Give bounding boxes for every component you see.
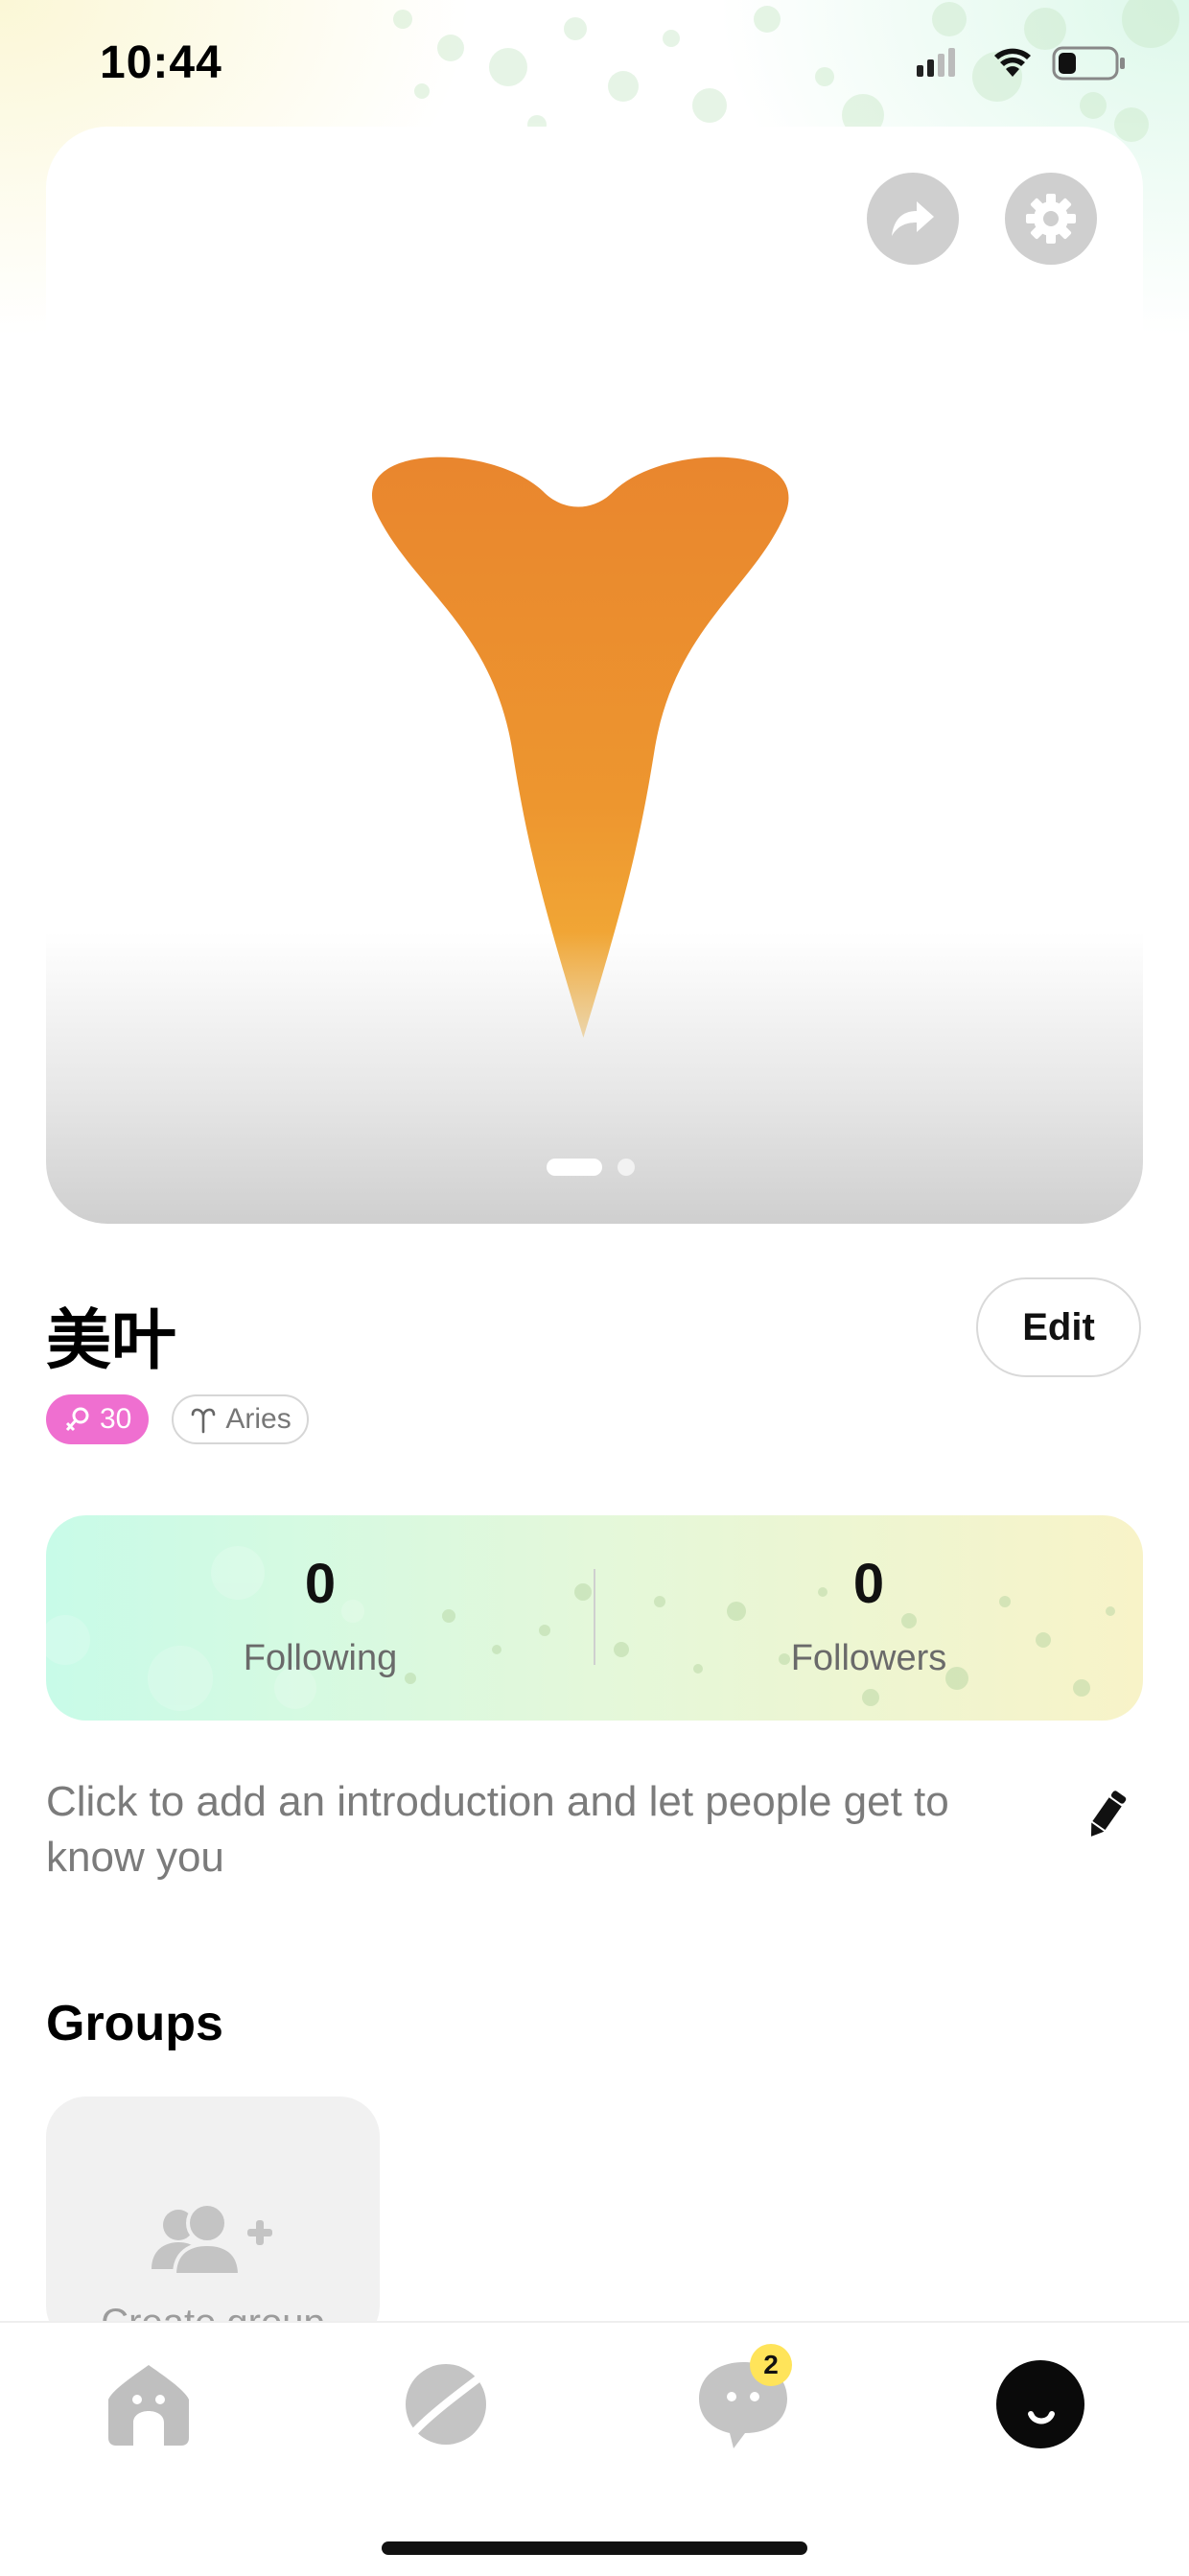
photo-pager xyxy=(547,1159,635,1176)
messages-unread-badge: 2 xyxy=(750,2344,792,2386)
settings-button[interactable] xyxy=(1005,173,1097,265)
gear-icon xyxy=(1026,194,1076,244)
following-label: Following xyxy=(243,1638,398,1678)
follow-stats-card: 0 Following 0 Followers xyxy=(46,1515,1143,1721)
followers-label: Followers xyxy=(790,1638,947,1678)
photo-fade-overlay xyxy=(46,932,1143,1224)
followers-stat[interactable]: 0 Followers xyxy=(594,1515,1143,1721)
home-indicator xyxy=(382,2541,807,2555)
avatar-smile-icon xyxy=(996,2360,1084,2448)
profile-name: 美叶 xyxy=(46,1304,177,1377)
age-gender-badge: 30 xyxy=(46,1394,150,1444)
zodiac-badge: Aries xyxy=(172,1394,309,1444)
tab-discover[interactable] xyxy=(393,2352,499,2457)
pager-dot-active[interactable] xyxy=(547,1159,602,1176)
home-icon xyxy=(108,2365,189,2446)
pager-dot[interactable] xyxy=(618,1159,635,1176)
planet-icon xyxy=(406,2364,486,2445)
profile-badges: 30 Aries xyxy=(46,1394,309,1444)
zodiac-label: Aries xyxy=(225,1403,291,1435)
status-time: 10:44 xyxy=(100,37,222,88)
share-button[interactable] xyxy=(867,173,959,265)
profile-photo-carousel[interactable] xyxy=(46,127,1143,1224)
status-bar: 10:44 xyxy=(0,0,1189,125)
following-count: 0 xyxy=(304,1553,337,1615)
followers-count: 0 xyxy=(852,1553,885,1615)
battery-icon xyxy=(1052,46,1125,81)
tab-me[interactable] xyxy=(988,2352,1093,2457)
intro-placeholder-text[interactable]: Click to add an introduction and let peo… xyxy=(46,1774,1043,1885)
groups-section-title: Groups xyxy=(46,1996,223,2051)
aries-icon xyxy=(192,1408,216,1434)
wifi-icon xyxy=(994,48,1031,77)
edit-profile-button[interactable]: Edit xyxy=(976,1277,1141,1377)
status-icons xyxy=(917,46,1125,81)
age-value: 30 xyxy=(100,1403,132,1435)
pencil-icon[interactable] xyxy=(1084,1786,1130,1843)
following-stat[interactable]: 0 Following xyxy=(46,1515,594,1721)
bottom-tab-bar: 2 xyxy=(0,2321,1189,2576)
cellular-signal-icon xyxy=(917,48,955,77)
share-arrow-icon xyxy=(892,201,934,236)
create-group-card[interactable]: Create group xyxy=(46,2096,380,2346)
add-group-icon xyxy=(152,2202,272,2277)
tab-home[interactable] xyxy=(96,2352,201,2457)
female-icon xyxy=(65,1407,89,1432)
